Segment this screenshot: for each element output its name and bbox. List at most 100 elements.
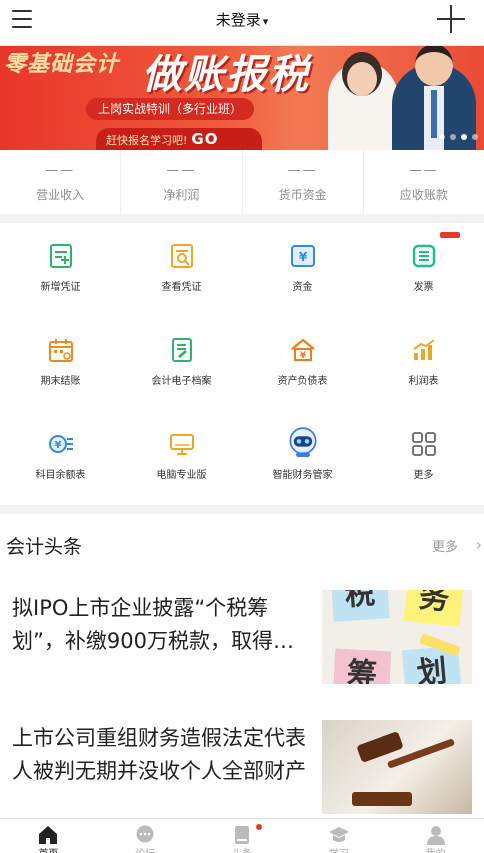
funds-icon: ¥: [291, 245, 315, 267]
forum-icon: [136, 825, 154, 843]
feature-label: 更多: [413, 470, 434, 481]
stat-label: 营业收入: [36, 188, 85, 202]
feature-view-voucher[interactable]: 查看凭证: [121, 223, 242, 317]
chevron-right-icon[interactable]: ›: [476, 535, 482, 554]
banner-title-highlight: 做账报税: [142, 52, 310, 98]
feature-robot-assistant[interactable]: 智能财务管家: [242, 411, 363, 505]
invoice-icon: [412, 244, 436, 268]
feature-label: 利润表: [408, 376, 439, 387]
tab-label: 头条: [194, 845, 291, 853]
feature-label: 会计电子档案: [151, 376, 212, 387]
stat-label: 净利润: [163, 188, 200, 202]
gavel-base: [352, 792, 412, 806]
headlines-icon: [234, 826, 249, 844]
more-grid-icon: [412, 432, 436, 456]
feature-period-close[interactable]: 期末结账: [0, 317, 121, 411]
svg-text:¥: ¥: [55, 440, 62, 451]
robot-assistant-icon: [289, 427, 317, 457]
svg-text:¥: ¥: [300, 351, 307, 361]
view-voucher-icon: [171, 244, 193, 268]
feature-label: 科目余额表: [35, 470, 86, 481]
article-title: 拟IPO上市企业披露“个税筹划”，补缴900万税款，取得上市资格: [12, 596, 294, 653]
tab-profile[interactable]: 我的: [387, 819, 484, 853]
feature-e-archive[interactable]: 会计电子档案: [121, 317, 242, 411]
balance-sheet-icon: ¥: [291, 338, 315, 361]
tab-label: 学习: [290, 845, 387, 853]
add-icon[interactable]: [436, 4, 466, 34]
thumb-tile: 税: [330, 590, 390, 622]
stat-net-profit[interactable]: —— 净利润: [121, 150, 243, 214]
invoice-promo-badge: [440, 232, 460, 238]
stat-value: ——: [166, 163, 197, 178]
caret-down-icon: ▾: [262, 15, 269, 28]
study-icon: [328, 827, 349, 842]
period-close-icon: [49, 339, 73, 362]
svg-text:¥: ¥: [299, 250, 308, 264]
feature-more[interactable]: 更多: [363, 411, 484, 505]
pagination-dot-active: [461, 134, 467, 140]
news-article[interactable]: 上市公司重组财务造假法定代表人被判无期并没收个人全部财产: [0, 706, 484, 818]
banner-title-primary: 零基础会计: [4, 52, 120, 77]
feature-label: 查看凭证: [161, 282, 202, 293]
e-archive-icon: [172, 338, 192, 362]
desktop-pro-icon: [170, 434, 194, 455]
stat-cash[interactable]: —— 货币资金: [243, 150, 364, 214]
tab-label: 论坛: [97, 845, 194, 853]
stat-receivables[interactable]: —— 应收账款: [364, 150, 484, 214]
stat-label: 货币资金: [278, 188, 327, 202]
feature-invoice[interactable]: 发票: [363, 223, 484, 317]
feature-label: 期末结账: [40, 376, 81, 387]
news-more-link[interactable]: 更多: [432, 536, 458, 555]
banner-cta[interactable]: 赶快报名学习吧! GO: [96, 128, 262, 150]
news-article[interactable]: 拟IPO上市企业披露“个税筹划”，补缴900万税款，取得上市资格 税 务 筹 划: [0, 576, 484, 706]
stat-revenue[interactable]: —— 营业收入: [0, 150, 122, 214]
news-section-header: 会计头条 更多 ›: [0, 514, 484, 576]
tab-home[interactable]: 首页: [0, 819, 97, 853]
stat-value: ——: [408, 163, 439, 178]
stat-value: ——: [45, 163, 76, 178]
feature-grid: 新增凭证 查看凭证 ¥ 资金 发票 期末结账 会计电子档案 ¥ 资产负债表 利润: [0, 223, 484, 505]
pagination-dot: [472, 134, 478, 140]
login-status-dropdown[interactable]: 未登录 ▾: [0, 9, 484, 30]
new-voucher-icon: [50, 244, 72, 268]
banner-cta-text: 赶快报名学习吧!: [106, 134, 188, 147]
tab-label: 我的: [387, 845, 484, 853]
promo-banner[interactable]: 零基础会计 做账报税 上岗实战特训（多行业班） 赶快报名学习吧! GO: [0, 46, 484, 150]
headlines-notification-dot: [256, 824, 262, 830]
login-label: 未登录: [215, 11, 261, 29]
tab-forum[interactable]: 论坛: [97, 819, 194, 853]
top-bar: 未登录 ▾: [0, 0, 484, 46]
income-statement-icon: [413, 339, 435, 360]
pagination-dot: [439, 134, 445, 140]
tab-headlines[interactable]: 头条: [194, 819, 291, 853]
feature-new-voucher[interactable]: 新增凭证: [0, 223, 121, 317]
profile-icon: [426, 826, 445, 845]
feature-label: 新增凭证: [40, 282, 81, 293]
feature-balance-sheet[interactable]: ¥ 资产负债表: [242, 317, 363, 411]
feature-label: 电脑专业版: [156, 470, 207, 481]
banner-pagination: [439, 134, 478, 140]
feature-label: 资产负债表: [277, 376, 328, 387]
feature-account-balance[interactable]: ¥ 科目余额表: [0, 411, 121, 505]
tab-study[interactable]: 学习: [290, 819, 387, 853]
feature-desktop-pro[interactable]: 电脑专业版: [121, 411, 242, 505]
stat-value: ——: [287, 163, 318, 178]
feature-funds[interactable]: ¥ 资金: [242, 223, 363, 317]
thumb-tile: 务: [403, 590, 465, 627]
article-thumbnail-gavel: [322, 720, 472, 814]
financial-summary: —— 营业收入 —— 净利润 —— 货币资金 —— 应收账款: [0, 150, 484, 214]
account-balance-icon: ¥: [49, 435, 73, 453]
pagination-dot: [450, 134, 456, 140]
thumb-tile: 筹: [332, 648, 392, 684]
news-section-title: 会计头条: [6, 536, 83, 558]
tab-label: 首页: [0, 845, 97, 853]
feature-label: 资金: [292, 282, 313, 293]
stat-label: 应收账款: [399, 188, 448, 202]
article-thumbnail-tax-planning: 税 务 筹 划: [322, 590, 472, 684]
app-root: 未登录 ▾ 零基础会计 做账报税 上岗实战特训（多行业班） 赶快报名学习吧! GO …: [0, 0, 484, 853]
banner-subtitle: 上岗实战特训（多行业班）: [86, 98, 254, 120]
feature-income-statement[interactable]: 利润表: [363, 317, 484, 411]
banner-female-teacher-image: [328, 52, 398, 150]
feature-label: 智能财务管家: [272, 470, 333, 481]
article-title: 上市公司重组财务造假法定代表人被判无期并没收个人全部财产: [12, 726, 306, 783]
